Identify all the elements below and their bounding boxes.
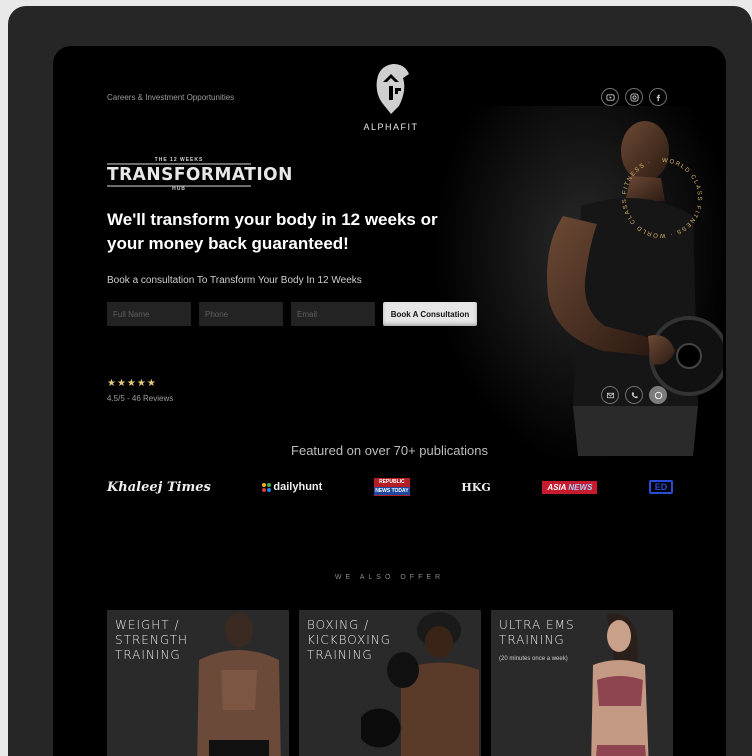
asia-text: ASIA	[547, 482, 567, 492]
offer-card-boxing[interactable]: BOXING / KICKBOXING TRAINING	[299, 610, 481, 756]
publication-logos: Khaleej Times dailyhunt REPUBLIC NEWS TO…	[107, 476, 673, 498]
asia-news-text: NEWS	[568, 482, 593, 492]
facebook-icon[interactable]	[649, 88, 667, 106]
contact-links	[601, 386, 667, 404]
card-note: (20 minutes once a week)	[499, 656, 568, 662]
youtube-icon[interactable]	[601, 88, 619, 106]
mail-icon[interactable]	[601, 386, 619, 404]
dailyhunt-logo: dailyhunt	[262, 481, 322, 493]
careers-link[interactable]: Careers & Investment Opportunities	[107, 93, 234, 102]
dailyhunt-dots-icon	[262, 482, 272, 492]
badge-top-text: THE 12 WEEKS	[154, 157, 204, 163]
offer-heading: WE ALSO OFFER	[334, 574, 445, 581]
card-title: BOXING / KICKBOXING TRAINING	[307, 618, 392, 662]
asia-news-logo: ASIA NEWS	[542, 480, 598, 494]
svg-text:WORLD CLASS FITNESS · WORLD CL: WORLD CLASS FITNESS · WORLD CLASS FITNES…	[622, 158, 702, 238]
rating-summary: 4.5/5 - 46 Reviews	[107, 394, 174, 403]
transformation-badge: TRANSFORMATION	[107, 163, 293, 187]
phone-icon[interactable]	[625, 386, 643, 404]
khaleej-times-logo: Khaleej Times	[107, 479, 211, 495]
ed-logo: ED	[648, 480, 673, 494]
offer-card-ultra-ems[interactable]: ULTRA EMS TRAINING (20 minutes once a we…	[491, 610, 673, 756]
offer-cards: WEIGHT / STRENGTH TRAINING BOXING / KICK…	[107, 610, 673, 756]
badge-ring-text: WORLD CLASS FITNESS · WORLD CLASS FITNES…	[622, 158, 701, 238]
card-title: WEIGHT / STRENGTH TRAINING	[115, 618, 189, 662]
republic-top-text: REPUBLIC	[379, 479, 405, 485]
world-class-fitness-badge: WORLD CLASS FITNESS · WORLD CLASS FITNES…	[622, 158, 702, 238]
landing-page: WORLD CLASS FITNESS · WORLD CLASS FITNES…	[53, 46, 726, 756]
email-input[interactable]	[291, 302, 375, 326]
consultation-form: Book A Consultation	[107, 302, 477, 326]
hkg-logo: HKG	[461, 480, 491, 494]
alphafit-logo-icon[interactable]	[369, 60, 413, 116]
republic-news-today-logo: REPUBLIC NEWS TODAY	[373, 478, 410, 496]
dailyhunt-text: dailyhunt	[273, 481, 323, 493]
whatsapp-icon[interactable]	[649, 386, 667, 404]
full-name-input[interactable]	[107, 302, 191, 326]
hero-headline: We'll transform your body in 12 weeks or…	[107, 210, 438, 253]
social-links	[601, 88, 667, 106]
phone-input[interactable]	[199, 302, 283, 326]
featured-heading: Featured on over 70+ publications	[291, 443, 488, 458]
hero-subtext: Book a consultation To Transform Your Bo…	[107, 275, 362, 286]
instagram-icon[interactable]	[625, 88, 643, 106]
brand-name: ALPHAFIT	[363, 122, 419, 132]
book-consultation-button[interactable]: Book A Consultation	[383, 302, 477, 326]
offer-card-weight-training[interactable]: WEIGHT / STRENGTH TRAINING	[107, 610, 289, 756]
card-title: ULTRA EMS TRAINING	[499, 618, 575, 647]
rating-stars: ★★★★★	[107, 378, 157, 389]
badge-bottom-text: HUB	[172, 186, 186, 192]
republic-bottom-text: NEWS TODAY	[373, 487, 410, 495]
device-frame: WORLD CLASS FITNESS · WORLD CLASS FITNES…	[8, 6, 752, 756]
